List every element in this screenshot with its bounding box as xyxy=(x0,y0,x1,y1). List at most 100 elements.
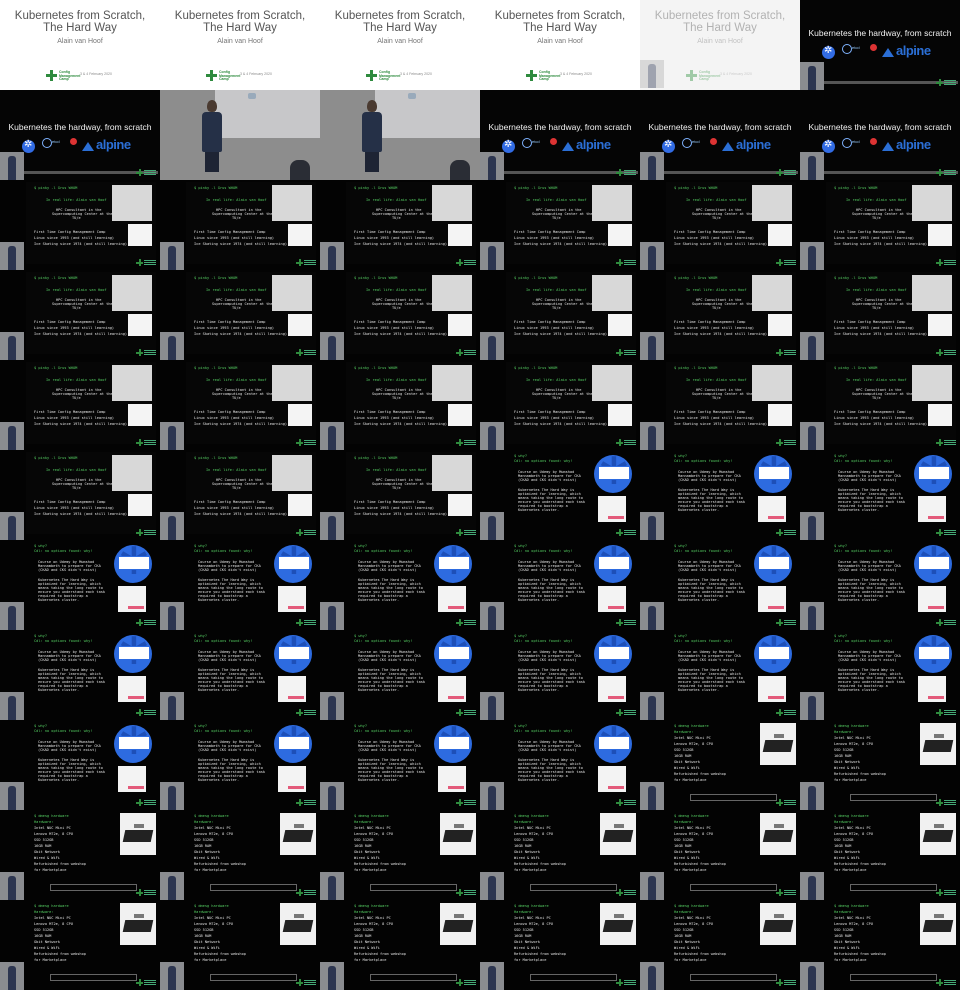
thumbnail-54[interactable]: $ dmesg hardware Hardware: Intel NUC Mini … xyxy=(800,720,960,810)
why-line: Kubernetes cluster. xyxy=(198,688,240,692)
slide-url-bar xyxy=(210,974,297,981)
thumbnail-4[interactable]: Kubernetes from Scratch, The Hard Way Alai… xyxy=(480,0,640,90)
config-management-camp-logo xyxy=(136,709,156,717)
thumbnail-19[interactable]: $ pinky -l Grus WHOM In real life: Alain … xyxy=(0,270,160,360)
cross-icon xyxy=(136,799,143,806)
thumbnail-12[interactable]: Kubernetes the hardway, from scratch etcd… xyxy=(800,90,960,180)
thumbnail-3[interactable]: Kubernetes from Scratch, The Hard Way Alai… xyxy=(320,0,480,90)
thumbnail-55[interactable]: $ dmesg hardware Hardware: Intel NUC Mini … xyxy=(0,810,160,900)
note-card xyxy=(608,224,632,246)
thumbnail-40[interactable]: $ why? Cdl: no options found: why! Course … xyxy=(480,540,640,630)
thumbnail-21[interactable]: $ pinky -l Grus WHOM In real life: Alain … xyxy=(320,270,480,360)
mini-pc-detail xyxy=(614,914,624,918)
why-line: Kubernetes cluster. xyxy=(198,778,240,782)
thumbnail-30[interactable]: $ pinky -l Grus WHOM In real life: Alain … xyxy=(800,360,960,450)
thumbnail-49[interactable]: $ why? Cdl: no options found: why! Course … xyxy=(0,720,160,810)
intro-line: Supercomputing Center at the xyxy=(372,212,433,216)
thumbnail-20[interactable]: $ pinky -l Grus WHOM In real life: Alain … xyxy=(160,270,320,360)
thumbnail-27[interactable]: $ pinky -l Grus WHOM In real life: Alain … xyxy=(320,360,480,450)
thumbnail-36[interactable]: $ why? Cdl: no options found: why! Course … xyxy=(800,450,960,540)
thumbnail-38[interactable]: $ why? Cdl: no options found: why! Course … xyxy=(160,540,320,630)
thumbnail-16[interactable]: $ pinky -l Grus WHOM In real life: Alain … xyxy=(480,180,640,270)
thumbnail-26[interactable]: $ pinky -l Grus WHOM In real life: Alain … xyxy=(160,360,320,450)
thumbnail-64[interactable]: $ dmesg hardware Hardware: Intel NUC Mini … xyxy=(480,900,640,990)
thumbnail-31[interactable]: $ pinky -l Grus WHOM In real life: Alain … xyxy=(0,450,160,540)
thumbnail-11[interactable]: Kubernetes the hardway, from scratch etcd… xyxy=(640,90,800,180)
thumbnail-15[interactable]: $ pinky -l Grus WHOM In real life: Alain … xyxy=(320,180,480,270)
thumbnail-43[interactable]: $ why? Cdl: no options found: why! Course … xyxy=(0,630,160,720)
thumbnail-33[interactable]: $ pinky -l Grus WHOM In real life: Alain … xyxy=(320,450,480,540)
thumbnail-14[interactable]: $ pinky -l Grus WHOM In real life: Alain … xyxy=(160,180,320,270)
thumbnail-34[interactable]: $ why? Cdl: no options found: why! Course … xyxy=(480,450,640,540)
speaker-figure xyxy=(648,426,656,450)
thumbnail-35[interactable]: $ why? Cdl: no options found: why! Course … xyxy=(640,450,800,540)
thumbnail-56[interactable]: $ dmesg hardware Hardware: Intel NUC Mini … xyxy=(160,810,320,900)
event-dates: 3 & 4 February 2020 xyxy=(400,72,432,76)
config-management-camp-logo xyxy=(936,439,956,447)
thumbnail-63[interactable]: $ dmesg hardware Hardware: Intel NUC Mini … xyxy=(320,900,480,990)
thumbnail-48[interactable]: $ why? Cdl: no options found: why! Course … xyxy=(800,630,960,720)
thumbnail-17[interactable]: $ pinky -l Grus WHOM In real life: Alain … xyxy=(640,180,800,270)
thumbnail-29[interactable]: $ pinky -l Grus WHOM In real life: Alain … xyxy=(640,360,800,450)
thumbnail-5[interactable]: Kubernetes from Scratch, The Hard Way Alai… xyxy=(640,0,800,90)
thumbnail-41[interactable]: $ why? Cdl: no options found: why! Course … xyxy=(640,540,800,630)
thumbnail-51[interactable]: $ why? Cdl: no options found: why! Course … xyxy=(320,720,480,810)
why-line: Kubernetes cluster. xyxy=(358,778,400,782)
hardware-line: Refurbished from webshop xyxy=(354,952,406,956)
cross-icon xyxy=(776,529,783,536)
thumbnail-37[interactable]: $ why? Cdl: no options found: why! Course … xyxy=(0,540,160,630)
intro-line: In real life: Alain van Hoof xyxy=(46,468,107,472)
thumbnail-9[interactable] xyxy=(320,90,480,180)
thumbnail-28[interactable]: $ pinky -l Grus WHOM In real life: Alain … xyxy=(480,360,640,450)
intro-line: Supercomputing Center at the xyxy=(52,302,113,306)
speaker-camera-thumb xyxy=(480,782,504,810)
thumbnail-32[interactable]: $ pinky -l Grus WHOM In real life: Alain … xyxy=(160,450,320,540)
mini-pc-detail xyxy=(614,824,624,828)
cross-icon xyxy=(616,259,623,266)
thumbnail-25[interactable]: $ pinky -l Grus WHOM In real life: Alain … xyxy=(0,360,160,450)
speaker-camera-thumb xyxy=(320,422,344,450)
thumbnail-59[interactable]: $ dmesg hardware Hardware: Intel NUC Mini … xyxy=(640,810,800,900)
speaker-figure xyxy=(168,786,176,810)
speaker-figure xyxy=(8,876,16,900)
thumbnail-39[interactable]: $ why? Cdl: no options found: why! Course … xyxy=(320,540,480,630)
thumbnail-46[interactable]: $ why? Cdl: no options found: why! Course … xyxy=(480,630,640,720)
thumbnail-53[interactable]: $ dmesg hardware Hardware: Intel NUC Mini … xyxy=(640,720,800,810)
cross-icon xyxy=(936,709,943,716)
brand-wordmark xyxy=(784,980,796,985)
thumbnail-7[interactable]: Kubernetes the hardway, from scratch etcd… xyxy=(0,90,160,180)
thumbnail-65[interactable]: $ dmesg hardware Hardware: Intel NUC Mini … xyxy=(640,900,800,990)
note-card xyxy=(448,314,472,336)
thumbnail-66[interactable]: $ dmesg hardware Hardware: Intel NUC Mini … xyxy=(800,900,960,990)
thumbnail-58[interactable]: $ dmesg hardware Hardware: Intel NUC Mini … xyxy=(480,810,640,900)
hardware-line: for Marketplace xyxy=(194,868,227,872)
logo-row: etcd alpine xyxy=(800,136,960,156)
intro-line: Linux since 1993 (and still learning) xyxy=(354,236,435,240)
thumbnail-13[interactable]: $ pinky -l Grus WHOM In real life: Alain … xyxy=(0,180,160,270)
thumbnail-10[interactable]: Kubernetes the hardway, from scratch etcd… xyxy=(480,90,640,180)
thumbnail-22[interactable]: $ pinky -l Grus WHOM In real life: Alain … xyxy=(480,270,640,360)
thumbnail-57[interactable]: $ dmesg hardware Hardware: Intel NUC Mini … xyxy=(320,810,480,900)
intro-line: In real life: Alain van Hoof xyxy=(366,378,427,382)
thumbnail-1[interactable]: Kubernetes from Scratch, The Hard Way Alai… xyxy=(0,0,160,90)
thumbnail-60[interactable]: $ dmesg hardware Hardware: Intel NUC Mini … xyxy=(800,810,960,900)
hardware-line: Refurbished from webshop xyxy=(194,862,246,866)
thumbnail-44[interactable]: $ why? Cdl: no options found: why! Course … xyxy=(160,630,320,720)
prompt-line: $ why? xyxy=(354,634,367,638)
thumbnail-62[interactable]: $ dmesg hardware Hardware: Intel NUC Mini … xyxy=(160,900,320,990)
thumbnail-45[interactable]: $ why? Cdl: no options found: why! Course … xyxy=(320,630,480,720)
thumbnail-42[interactable]: $ why? Cdl: no options found: why! Course … xyxy=(800,540,960,630)
hardware-line: Refurbished from webshop xyxy=(834,862,886,866)
thumbnail-50[interactable]: $ why? Cdl: no options found: why! Course … xyxy=(160,720,320,810)
thumbnail-6[interactable]: Kubernetes the hardway, from scratch etcd… xyxy=(800,0,960,90)
thumbnail-52[interactable]: $ why? Cdl: no options found: why! Course … xyxy=(480,720,640,810)
thumbnail-24[interactable]: $ pinky -l Grus WHOM In real life: Alain … xyxy=(800,270,960,360)
intro-line: In real life: Alain van Hoof xyxy=(526,378,587,382)
thumbnail-8[interactable] xyxy=(160,90,320,180)
thumbnail-47[interactable]: $ why? Cdl: no options found: why! Course … xyxy=(640,630,800,720)
thumbnail-61[interactable]: $ dmesg hardware Hardware: Intel NUC Mini … xyxy=(0,900,160,990)
thumbnail-2[interactable]: Kubernetes from Scratch, The Hard Way Alai… xyxy=(160,0,320,90)
thumbnail-23[interactable]: $ pinky -l Grus WHOM In real life: Alain … xyxy=(640,270,800,360)
intro-line: First Time Config Management Camp xyxy=(34,230,106,234)
thumbnail-18[interactable]: $ pinky -l Grus WHOM In real life: Alain … xyxy=(800,180,960,270)
